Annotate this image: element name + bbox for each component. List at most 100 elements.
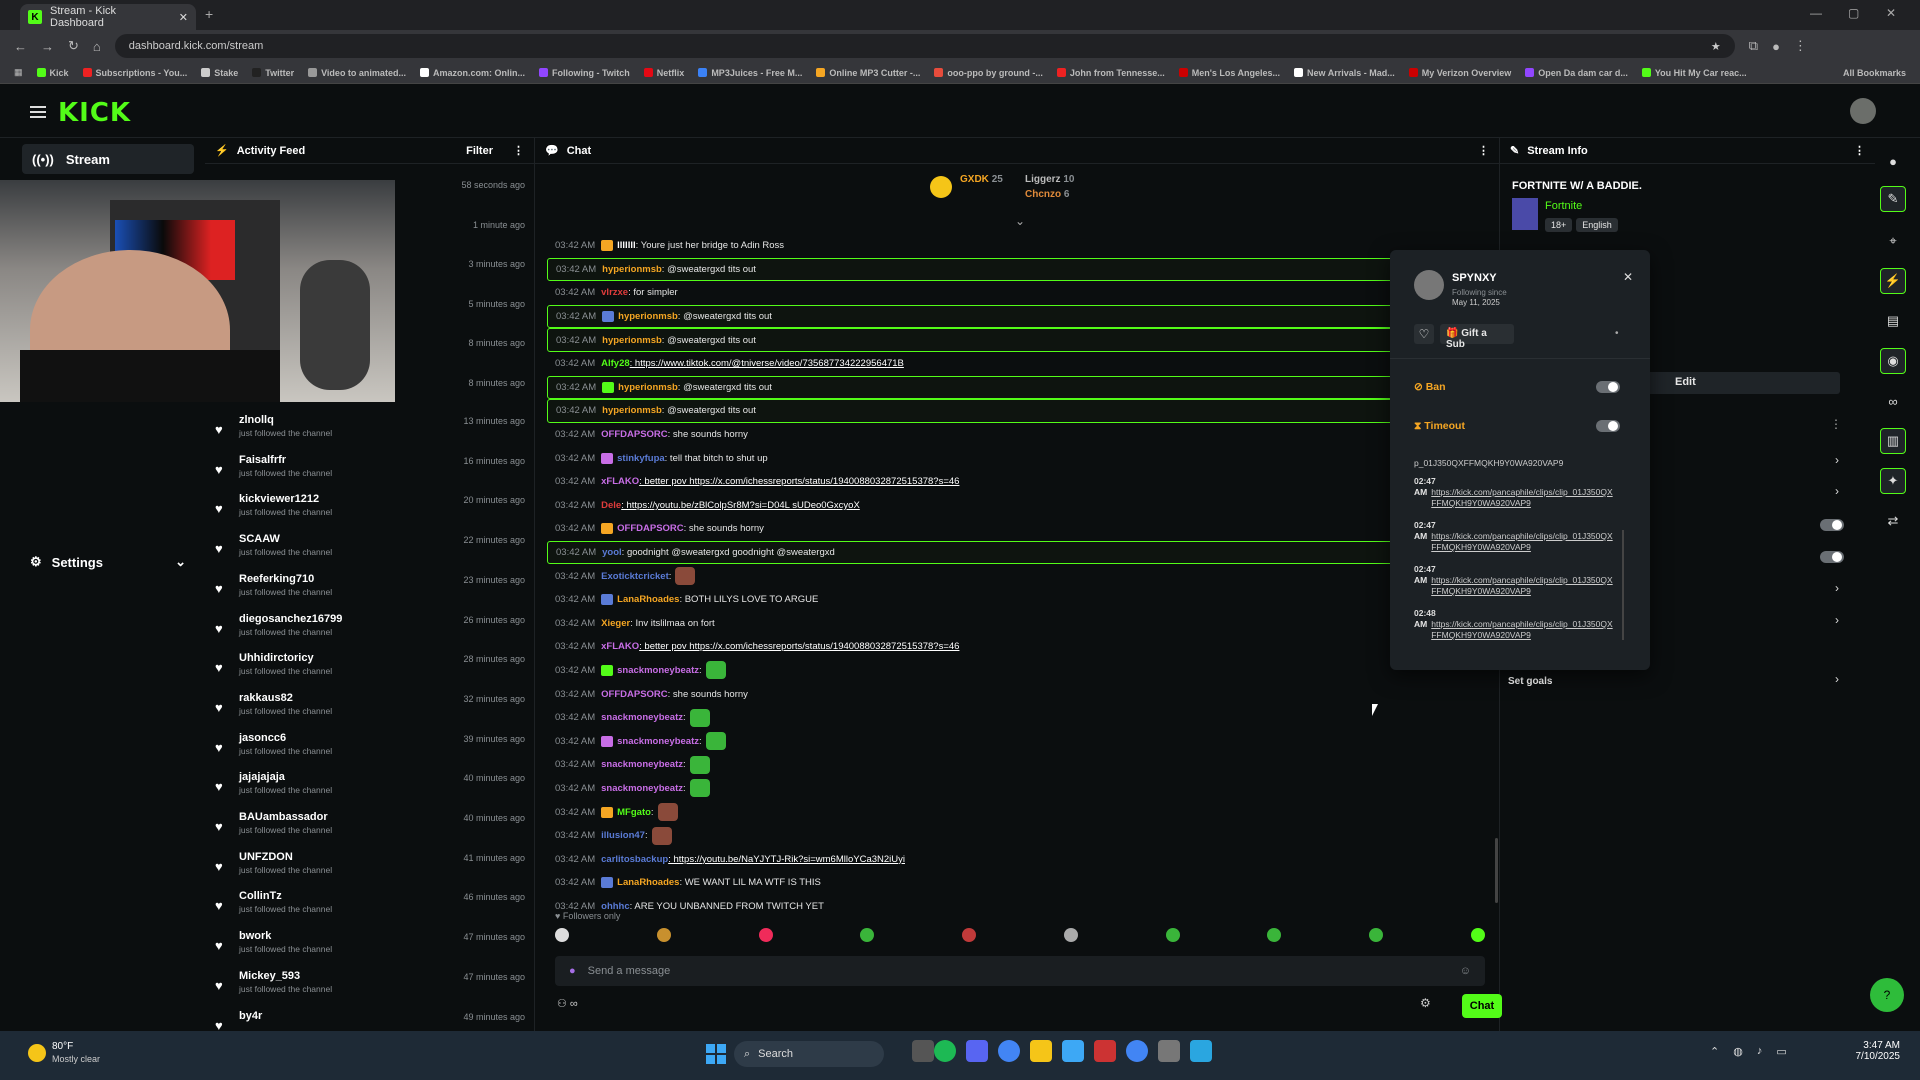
chat-scrollbar[interactable] (1495, 838, 1498, 903)
chat-message[interactable]: 03:42 AM carlitosbackup: https://youtu.be… (547, 847, 1492, 871)
bookmark-8[interactable]: MP3Juices - Free M... (698, 68, 802, 78)
user-card-more-icon[interactable]: • (1615, 328, 1619, 339)
emote-icon[interactable] (1063, 928, 1078, 942)
help-icon[interactable]: ? (1870, 978, 1904, 1012)
ban-toggle[interactable] (1596, 381, 1620, 393)
browser-tab[interactable]: K Stream - Kick Dashboard ✕ (20, 4, 196, 30)
expand-chevron-icon[interactable]: ⌄ (1015, 214, 1025, 228)
bookmark-14[interactable]: My Verizon Overview (1408, 68, 1511, 78)
chat-message[interactable]: 03:42 AM OFFDAPSORC: she sounds horny (547, 423, 1492, 447)
chat-message[interactable]: 03:42 AM Exoticktcricket: (547, 564, 1492, 588)
filter-button[interactable]: Filter (466, 145, 493, 157)
volume-icon[interactable]: ♪ (1757, 1045, 1763, 1058)
battery-icon[interactable]: ▭ (1776, 1045, 1786, 1058)
back-icon[interactable]: ← (14, 39, 27, 54)
message-username[interactable]: LanaRhoades (617, 877, 679, 888)
chat-message[interactable]: 03:42 AM Xieger: Inv itslilmaa on fort (547, 612, 1492, 636)
chat-message[interactable]: 03:42 AM Alfy28: https://www.tiktok.com/@… (547, 352, 1492, 376)
home-icon[interactable]: ⌂ (93, 39, 101, 54)
popup-scrollbar[interactable] (1622, 530, 1624, 640)
nav-item-stream[interactable]: ((•)) Stream (22, 144, 194, 174)
bookmark-7[interactable]: Netflix (643, 68, 684, 78)
bookmark-star-icon[interactable]: ★ (1711, 40, 1721, 53)
message-username[interactable]: hyperionmsb (602, 264, 662, 275)
url-field[interactable]: dashboard.kick.com/stream ★ (114, 34, 1735, 58)
message-username[interactable]: hyperionmsb (602, 335, 662, 346)
bookmark-11[interactable]: John from Tennesse... (1056, 68, 1165, 78)
bookmark-6[interactable]: Following - Twitch (538, 68, 630, 78)
emote-icon[interactable] (1470, 928, 1485, 942)
lightning-icon[interactable]: ⚡ (1880, 268, 1906, 294)
chevron-right-icon[interactable]: › (1835, 672, 1839, 686)
gift-sub-button[interactable]: 🎁 Gift a Sub (1440, 324, 1514, 350)
emote-icon[interactable] (1165, 928, 1180, 942)
bookmark-1[interactable]: Subscriptions - You... (82, 68, 187, 78)
wrench-icon[interactable]: ✦ (1880, 468, 1906, 494)
stream-info-menu-icon[interactable]: ⋮ (1854, 144, 1865, 157)
chat-message[interactable]: 03:42 AM OFFDAPSORC: she sounds horny (547, 517, 1492, 541)
layers-icon[interactable]: ▥ (1880, 428, 1906, 454)
extensions-icon[interactable]: ⧉ (1749, 38, 1758, 54)
emote-icon[interactable] (1369, 928, 1384, 942)
message-text[interactable]: : https://youtu.be/NaYJYTJ-Rik?si=wm6Mll… (668, 854, 905, 865)
chat-message[interactable]: 03:42 AM MFgato: (547, 800, 1492, 824)
chat-settings-icon[interactable]: ⚙ (1420, 996, 1431, 1010)
chat-message[interactable]: 03:42 AM stinkyfupa: tell that bitch to s… (547, 446, 1492, 470)
message-username[interactable]: snackmoneybeatz (617, 736, 699, 747)
bookmark-2[interactable]: Stake (201, 68, 238, 78)
history-link[interactable]: https://kick.com/pancaphile/clips/clip_0… (1431, 575, 1614, 597)
message-username[interactable]: lllllll (617, 240, 635, 251)
weather-temp[interactable]: 80°F (52, 1041, 73, 1052)
maximize-icon[interactable]: ▢ (1848, 6, 1859, 20)
chat-message[interactable]: 03:42 AM hyperionmsb: @sweatergxd tits ou… (547, 375, 1492, 400)
taskbar-search[interactable]: ⌕ Search (734, 1041, 884, 1067)
chrome-icon[interactable] (998, 1040, 1020, 1062)
message-username[interactable]: stinkyfupa (617, 453, 665, 464)
emote-icon[interactable] (962, 928, 977, 942)
chat-message[interactable]: 03:42 AM hyperionmsb: @sweatergxd tits ou… (547, 328, 1492, 352)
windows-start-icon[interactable] (706, 1044, 726, 1064)
chat-menu-icon[interactable]: ⋮ (1478, 144, 1489, 157)
network-icon[interactable]: ◍ (1733, 1045, 1743, 1058)
bookmark-13[interactable]: New Arrivals - Mad... (1294, 68, 1395, 78)
history-link[interactable]: https://kick.com/pancaphile/clips/clip_0… (1431, 487, 1614, 509)
app-icon[interactable] (1094, 1040, 1116, 1062)
message-username[interactable]: illusion47 (601, 830, 645, 841)
taskbar-app-icon[interactable] (912, 1040, 934, 1062)
bookmark-9[interactable]: Online MP3 Cutter -... (816, 68, 920, 78)
chat-message[interactable]: 03:42 AM yool: goodnight @sweatergxd good… (547, 540, 1492, 565)
message-username[interactable]: MFgato (617, 807, 651, 818)
target-icon[interactable]: ⌖ (1880, 228, 1906, 254)
bookmark-12[interactable]: Men's Los Angeles... (1178, 68, 1280, 78)
gifter-3[interactable]: Chcnzo 6 (1025, 189, 1069, 200)
message-text[interactable]: : https://youtu.be/zBlColpSr8M?si=D04L s… (621, 500, 860, 511)
tab-close-icon[interactable]: ✕ (179, 11, 188, 24)
message-username[interactable]: vlrzxe (601, 287, 628, 298)
chevron-right-icon[interactable]: › (1835, 453, 1839, 467)
app-icon[interactable] (1190, 1040, 1212, 1062)
activity-menu-icon[interactable]: ⋮ (513, 144, 524, 157)
tray-chevron-icon[interactable]: ⌃ (1710, 1045, 1719, 1058)
toggle-switch[interactable] (1820, 551, 1844, 563)
message-username[interactable]: snackmoneybeatz (601, 712, 683, 723)
chat-message[interactable]: 03:42 AM hyperionmsb: @sweatergxd tits ou… (547, 399, 1492, 423)
bookmark-3[interactable]: Twitter (252, 68, 294, 78)
bookmark-15[interactable]: Open Da dam car d... (1525, 68, 1628, 78)
apps-icon[interactable]: ▦ (14, 67, 23, 78)
user-avatar[interactable] (1850, 98, 1876, 124)
message-username[interactable]: carlitosbackup (601, 854, 668, 865)
message-username[interactable]: hyperionmsb (602, 405, 662, 416)
message-username[interactable]: xFLAKO (601, 641, 639, 652)
message-username[interactable]: snackmoneybeatz (601, 759, 683, 770)
chevron-right-icon[interactable]: › (1835, 581, 1839, 595)
profile-icon[interactable]: ● (1772, 39, 1780, 54)
history-link[interactable]: https://kick.com/pancaphile/clips/clip_0… (1431, 531, 1614, 553)
chevron-right-icon[interactable]: › (1835, 484, 1839, 498)
section-menu-icon[interactable]: ⋮ (1830, 417, 1842, 431)
chat-message[interactable]: 03:42 AM hyperionmsb: @sweatergxd tits ou… (547, 257, 1492, 282)
bookmark-5[interactable]: Amazon.com: Onlin... (419, 68, 525, 78)
hamburger-menu-icon[interactable] (30, 106, 46, 118)
close-icon[interactable]: ✕ (1623, 270, 1633, 284)
mic-icon[interactable]: ● (569, 965, 576, 977)
chat-message[interactable]: 03:42 AM xFLAKO: better pov https://x.com… (547, 635, 1492, 659)
